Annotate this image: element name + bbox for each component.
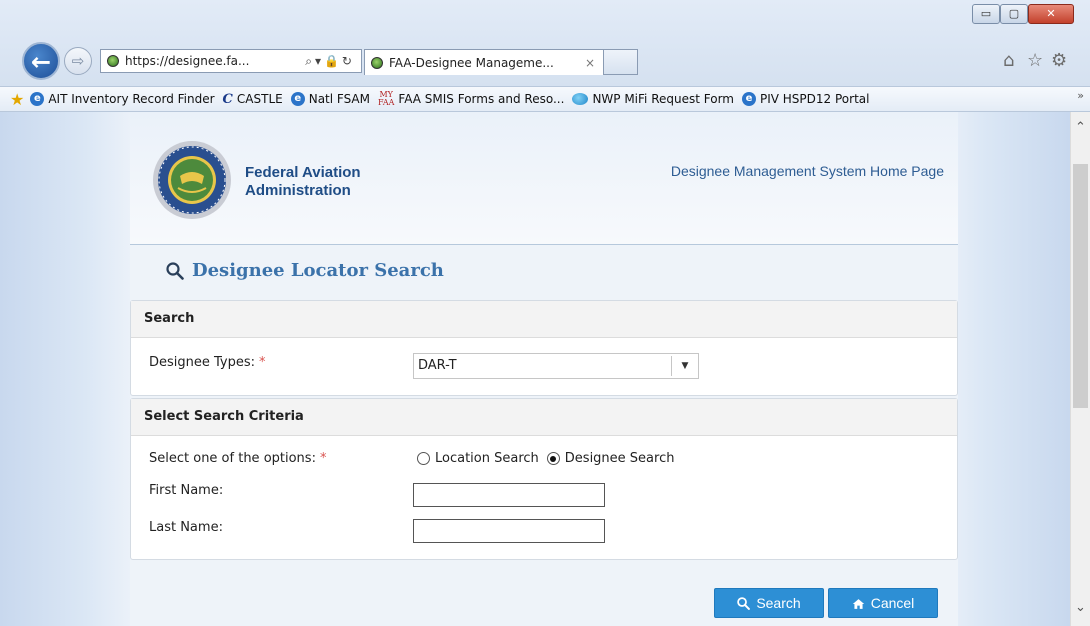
cancel-button[interactable]: Cancel (828, 588, 938, 618)
search-button[interactable]: Search (714, 588, 824, 618)
search-type-radio-group: Location Search Designee Search (417, 451, 682, 466)
agency-name-line1: Federal Aviation (245, 164, 361, 181)
myfaa-icon: MY FAA (378, 90, 395, 107)
home-icon[interactable]: ⌂ (1003, 50, 1014, 71)
designee-search-radio[interactable] (546, 452, 560, 465)
scroll-up-icon[interactable]: ⌃ (1075, 120, 1086, 135)
required-mark: * (319, 451, 327, 466)
favorites-more-icon[interactable]: » (1077, 89, 1084, 102)
site-header: Federal Aviation Administration Designee… (130, 112, 958, 245)
favorite-faa-smis[interactable]: MY FAA FAA SMIS Forms and Reso... (378, 91, 564, 107)
scrollbar-thumb[interactable] (1073, 164, 1088, 408)
tab-faa-designee[interactable]: FAA-Designee Manageme... × (364, 49, 604, 75)
criteria-panel-heading: Select Search Criteria (131, 399, 957, 436)
location-search-radio[interactable] (417, 452, 430, 465)
site-globe-icon (107, 55, 119, 67)
tab-title: FAA-Designee Manageme... (389, 55, 554, 70)
close-window-button[interactable]: ✕ (1028, 4, 1074, 24)
first-name-input[interactable] (413, 483, 605, 507)
designee-types-label: Designee Types: * (149, 355, 266, 370)
required-mark: * (259, 355, 266, 370)
search-button-label: Search (756, 595, 801, 611)
maximize-button[interactable]: ▢ (1000, 4, 1028, 24)
favorite-nwp-mifi[interactable]: NWP MiFi Request Form (572, 92, 734, 106)
home-icon (852, 599, 864, 609)
ie-icon: e (30, 92, 45, 106)
designee-types-value: DAR-T (418, 358, 457, 373)
last-name-label: Last Name: (149, 520, 223, 535)
search-criteria-panel: Select Search Criteria Select one of the… (130, 398, 958, 560)
agency-name-line2: Administration (245, 182, 351, 199)
forward-button[interactable]: ⇨ (64, 47, 92, 75)
browser-chrome: ▭ ▢ ✕ ← ⇨ https://designee.fa... ⌕▾🔒↻ FA… (0, 0, 1090, 86)
scroll-down-icon[interactable]: ⌄ (1075, 600, 1086, 615)
page-content: Federal Aviation Administration Designee… (130, 112, 958, 626)
search-panel-heading: Search (131, 301, 957, 338)
minimize-button[interactable]: ▭ (972, 4, 1000, 24)
address-bar[interactable]: https://designee.fa... ⌕▾🔒↻ (100, 49, 362, 73)
dms-home-link[interactable]: Designee Management System Home Page (671, 163, 944, 179)
search-panel: Search Designee Types: * DAR-T ▼ (130, 300, 958, 396)
favorites-bar: ★ e AIT Inventory Record Finder C CASTLE… (0, 86, 1090, 112)
page-title-text: Designee Locator Search (192, 260, 444, 281)
agency-name[interactable]: Federal Aviation Administration (245, 164, 445, 200)
vertical-scrollbar[interactable]: ⌃ ⌄ (1070, 112, 1090, 626)
designee-search-label[interactable]: Designee Search (565, 451, 675, 466)
ie-icon: e (290, 92, 305, 106)
favorite-castle[interactable]: C CASTLE (223, 92, 283, 107)
search-icon (166, 261, 184, 280)
ie-icon: e (741, 92, 756, 106)
first-name-label: First Name: (149, 483, 224, 498)
tab-close-icon[interactable]: × (585, 56, 595, 70)
favorite-natl-fsam[interactable]: e Natl FSAM (290, 92, 370, 106)
faa-seal-icon (153, 141, 231, 219)
favorite-piv-portal[interactable]: e PIV HSPD12 Portal (741, 92, 869, 106)
options-label: Select one of the options: * (149, 451, 327, 466)
add-favorite-icon[interactable]: ★ (10, 90, 24, 109)
designee-types-select[interactable]: DAR-T ▼ (413, 353, 699, 379)
address-text: https://designee.fa... (125, 54, 250, 68)
gear-icon[interactable]: ⚙ (1051, 50, 1067, 71)
castle-icon: C (222, 91, 233, 107)
blue-blob-icon (572, 93, 589, 105)
page-title: Designee Locator Search (166, 260, 444, 281)
favorites-star-icon[interactable]: ☆ (1027, 50, 1043, 71)
tab-globe-icon (371, 56, 383, 69)
chevron-down-icon[interactable]: ▼ (671, 356, 698, 376)
new-tab-button[interactable] (604, 49, 638, 75)
search-icon (737, 597, 751, 610)
last-name-input[interactable] (413, 519, 605, 543)
page-viewport: Federal Aviation Administration Designee… (0, 112, 1070, 626)
address-actions-icons[interactable]: ⌕▾🔒↻ (305, 54, 355, 69)
cancel-button-label: Cancel (870, 595, 915, 611)
back-button[interactable]: ← (22, 42, 60, 80)
location-search-label[interactable]: Location Search (435, 451, 539, 466)
favorite-ait-inventory[interactable]: e AIT Inventory Record Finder (30, 92, 215, 106)
